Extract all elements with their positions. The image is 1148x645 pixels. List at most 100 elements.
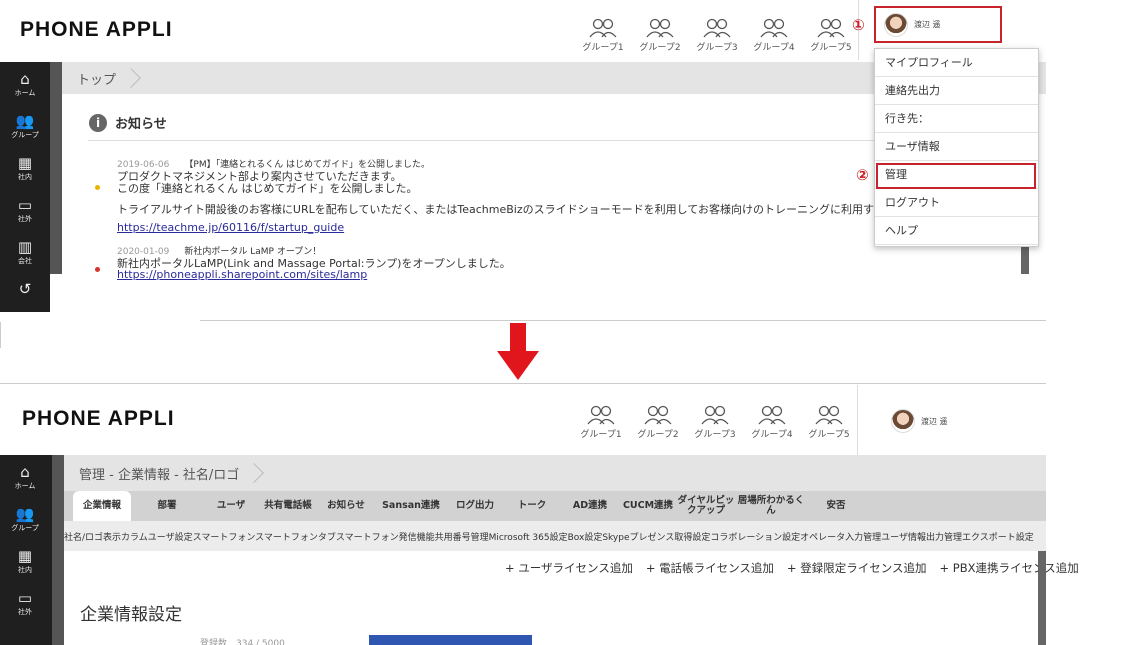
admin-tab[interactable]: トーク	[503, 491, 561, 521]
company-icon: ▥	[17, 238, 33, 256]
group-nav-item[interactable]: グループ5	[803, 405, 855, 440]
admin-tab[interactable]: 企業情報	[73, 491, 131, 521]
group-label: グループ2	[639, 43, 681, 53]
sidebar-item[interactable]: ⌂ ホーム	[0, 70, 50, 98]
group-nav-item[interactable]: グループ2	[634, 18, 686, 53]
admin-tab[interactable]: ダイヤルピックアップ	[677, 491, 735, 521]
notice-headline[interactable]: 新社内ポータル LaMP オープン！	[184, 247, 321, 257]
group-nav-item[interactable]: グループ3	[689, 405, 741, 440]
add-license-link[interactable]: + 電話帳ライセンス追加	[646, 560, 774, 576]
add-license-link[interactable]: + PBX連携ライセンス追加	[939, 560, 1078, 576]
notice-date: 2020-01-09	[117, 247, 170, 257]
sidebar-item-label: 社内	[18, 173, 32, 181]
group-icon	[689, 405, 741, 425]
sidebar-item[interactable]: ▦ 社内	[0, 547, 50, 575]
dropdown-menu-item[interactable]: ログアウト	[875, 189, 1038, 217]
breadcrumb-path: 管理 - 企業情報 - 社名/ロゴ	[79, 467, 240, 483]
group-nav-item[interactable]: グループ3	[691, 18, 743, 53]
group-icon	[634, 18, 686, 38]
admin-tab[interactable]: ログ出力	[447, 491, 503, 521]
notice-link[interactable]: https://phoneappli.sharepoint.com/sites/…	[117, 269, 511, 280]
sidebar-item-label: 社外	[18, 608, 32, 616]
group-icon	[575, 405, 627, 425]
scrollbar[interactable]	[1038, 551, 1046, 645]
group-nav-item[interactable]: グループ4	[748, 18, 800, 53]
sidebar-item[interactable]: 👥 グループ	[0, 112, 50, 140]
dropdown-menu-item[interactable]: マイプロフィール	[875, 49, 1038, 77]
admin-tab[interactable]: 共有電話帳	[259, 491, 317, 521]
admin-tab[interactable]: Sansan連携	[375, 491, 447, 521]
app-logo[interactable]: PHONE APPLI	[20, 18, 173, 42]
sidebar-item[interactable]: ↺	[0, 280, 50, 298]
sidebar-item-label: グループ	[11, 131, 39, 139]
group-nav-item[interactable]: グループ1	[577, 18, 629, 53]
admin-tab[interactable]: お知らせ	[317, 491, 375, 521]
notice-body-line: この度「連絡とれるくん はじめてガイド」を公開しました。	[117, 182, 418, 195]
avatar	[891, 409, 915, 433]
add-license-link[interactable]: + ユーザライセンス追加	[505, 560, 633, 576]
screenshot-separator	[200, 320, 1046, 321]
admin-tabs: 企業情報 部署 ユーザ 共有電話帳 お知らせ Sansan連携 ログ出力 トーク AD連携 CUC…	[64, 491, 1046, 521]
admin-tab[interactable]: CUCM連携	[619, 491, 677, 521]
admin-tab[interactable]: ユーザ	[203, 491, 259, 521]
group-label: グループ5	[808, 430, 850, 440]
user-menu-trigger[interactable]: 渡辺 遥	[874, 6, 1002, 43]
sidebar-item[interactable]: ▦ 社内	[0, 154, 50, 182]
group-nav: グループ1 グループ2 グループ3 グループ4 グループ5	[577, 18, 857, 53]
dropdown-menu-item[interactable]: ユーザ情報	[875, 133, 1038, 161]
group-icon	[577, 18, 629, 38]
sidebar: ⌂ ホーム 👥 グループ ▦ 社内 ▭ 社外 ▥ 会社 ↺	[0, 62, 50, 312]
user-name: 渡辺 遥	[921, 416, 948, 426]
id-card-icon: ▭	[17, 589, 33, 607]
sidebar-item-label: 社外	[18, 215, 32, 223]
group-icon	[746, 405, 798, 425]
group-nav-item[interactable]: グループ2	[632, 405, 684, 440]
notice-date: 2019-06-06	[117, 160, 170, 170]
group-icon	[632, 405, 684, 425]
add-license-link[interactable]: + 登録限定ライセンス追加	[787, 560, 927, 576]
group-label: グループ4	[751, 430, 793, 440]
admin-tab[interactable]: 安否	[807, 491, 865, 521]
license-count: 登録数 334 / 5000	[200, 639, 285, 645]
group-icon	[803, 405, 855, 425]
sidebar-item-label: ホーム	[14, 482, 36, 490]
group-nav-item[interactable]: グループ4	[746, 405, 798, 440]
history-icon: ↺	[18, 280, 32, 298]
group-label: グループ3	[696, 43, 738, 53]
user-menu-trigger[interactable]: 渡辺 遥	[891, 409, 948, 433]
dropdown-menu-item[interactable]: 行き先：	[875, 105, 1038, 133]
group-icon	[691, 18, 743, 38]
dropdown-menu-item[interactable]: ヘルプ	[875, 217, 1038, 245]
sub-tabs: 社名/ロゴ表示カラムユーザ設定スマートフォンスマートフォンタブスマートフォン発信…	[64, 521, 1046, 551]
sidebar-item[interactable]: ▭ 社外	[0, 589, 50, 617]
notice-divider	[88, 140, 958, 141]
group-nav: グループ1 グループ2 グループ3 グループ4 グループ5	[575, 405, 855, 440]
notice-headline[interactable]: 【PM】「連絡とれるくん はじめてガイド」を公開しました。	[184, 160, 430, 170]
home-icon: ⌂	[20, 463, 30, 481]
primary-button[interactable]	[369, 635, 532, 645]
sidebar-item[interactable]: ▭ 社外	[0, 196, 50, 224]
sub-tab-strip[interactable]: 社名/ロゴ表示カラムユーザ設定スマートフォンスマートフォンタブスマートフォン発信…	[64, 530, 1034, 543]
group-nav-item[interactable]: グループ1	[575, 405, 627, 440]
screenshot-edge	[0, 322, 4, 348]
group-nav-item[interactable]: グループ5	[805, 18, 857, 53]
breadcrumb-home[interactable]: トップ	[77, 69, 116, 88]
sidebar-item[interactable]: 👥 グループ	[0, 505, 50, 533]
notice-body-line: トライアルサイト開設後のお客様にURLを配布していただく、またはTeachmeB…	[117, 203, 896, 216]
sidebar-item-label: ホーム	[14, 89, 36, 97]
chevron-right-icon	[121, 68, 141, 88]
admin-tab[interactable]: AD連携	[561, 491, 619, 521]
notice-link[interactable]: https://teachme.jp/60116/f/startup_guide	[117, 221, 896, 234]
admin-tab[interactable]: 部署	[131, 491, 203, 521]
admin-tab[interactable]: 居場所わかるくん	[735, 491, 807, 521]
sidebar-item[interactable]: ⌂ ホーム	[0, 463, 50, 491]
notice-title: お知らせ	[115, 117, 167, 132]
header-divider	[857, 385, 858, 455]
screenshot-top-edge	[0, 383, 1046, 384]
app-logo[interactable]: PHONE APPLI	[22, 407, 175, 431]
sidebar-item[interactable]: ▥ 会社	[0, 238, 50, 266]
sidebar-edge	[52, 455, 64, 645]
annotation-marker-1: ①	[852, 16, 865, 34]
home-icon: ⌂	[20, 70, 30, 88]
dropdown-menu-item[interactable]: 連絡先出力	[875, 77, 1038, 105]
